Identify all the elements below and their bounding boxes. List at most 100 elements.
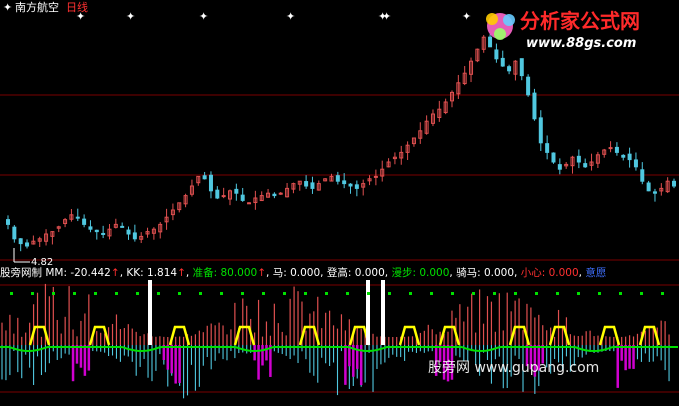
candle[interactable] — [202, 175, 207, 180]
candle[interactable] — [500, 57, 505, 67]
logo-text: 分析家公式网 — [520, 9, 640, 33]
indicator-dot — [241, 292, 244, 295]
candle[interactable] — [576, 155, 581, 163]
candle[interactable] — [335, 175, 340, 182]
candle[interactable] — [608, 147, 613, 150]
candle[interactable] — [240, 194, 245, 201]
candle[interactable] — [354, 184, 359, 189]
candle[interactable] — [208, 174, 213, 192]
indicator-dot — [367, 292, 370, 295]
candle[interactable] — [12, 226, 17, 240]
candle[interactable] — [304, 181, 309, 187]
indicator-dot — [409, 292, 412, 295]
candle[interactable] — [627, 153, 632, 161]
indicator-white-spike — [148, 280, 152, 345]
indicator-dot — [346, 292, 349, 295]
candle[interactable] — [538, 117, 543, 144]
candle[interactable] — [488, 36, 493, 48]
indicator-dot — [535, 292, 538, 295]
indicator-dot — [157, 292, 160, 295]
candle[interactable] — [18, 238, 23, 245]
logo-url: www.88gs.com — [526, 36, 636, 51]
candle[interactable] — [672, 180, 676, 187]
stock-chart[interactable]: ✦ ✦ ✦ ✦ ✦✦ ✦ ✦ 南方航空 日线 4.82 分析家公式网 www.88gs.c… — [0, 0, 679, 406]
candles[interactable] — [6, 34, 676, 252]
watermark-logo: 分析家公式网 www.88gs.com — [486, 9, 640, 51]
candle[interactable] — [640, 169, 645, 182]
candle[interactable] — [82, 218, 87, 225]
indicator-dot — [136, 292, 139, 295]
indicator-yellow-wave — [28, 325, 51, 346]
candle[interactable] — [94, 229, 99, 233]
candle[interactable] — [373, 175, 378, 178]
signal-star-icon: ✦ — [462, 10, 471, 23]
indicator-dot — [10, 292, 13, 295]
candle[interactable] — [342, 180, 347, 185]
indicator-dot — [661, 292, 664, 295]
indicator-dot — [262, 292, 265, 295]
candle[interactable] — [101, 232, 106, 235]
candle[interactable] — [120, 225, 125, 228]
indicator-dot — [304, 292, 307, 295]
bottom-watermark: 股旁网 www.gupang.com — [428, 359, 599, 376]
indicator-dot — [94, 292, 97, 295]
candle[interactable] — [532, 92, 537, 120]
indicator-dot — [451, 292, 454, 295]
candle[interactable] — [494, 49, 499, 60]
candle[interactable] — [25, 242, 30, 247]
indicator-dot — [199, 292, 202, 295]
candle[interactable] — [310, 182, 315, 189]
candle[interactable] — [545, 143, 550, 153]
signal-star-icon: ✦ — [382, 10, 391, 23]
signal-star-icon: ✦ — [199, 10, 208, 23]
indicator-header: 股旁网制 MM: -20.442↑, KK: 1.814↑, 准备: 80.00… — [0, 266, 606, 279]
candle[interactable] — [652, 191, 657, 194]
indicator-dot — [31, 292, 34, 295]
candle[interactable] — [234, 188, 239, 194]
indicator-dot — [472, 292, 475, 295]
indicator-dot — [325, 292, 328, 295]
indicator-dot — [115, 292, 118, 295]
candle[interactable] — [247, 202, 252, 205]
candle[interactable] — [126, 229, 131, 235]
candle[interactable] — [221, 195, 226, 198]
candle[interactable] — [348, 183, 353, 187]
candle[interactable] — [215, 189, 220, 199]
indicator-green-line — [0, 346, 678, 353]
candle[interactable] — [272, 193, 277, 197]
candle[interactable] — [278, 192, 283, 195]
candle[interactable] — [6, 219, 10, 225]
indicator-dot — [556, 292, 559, 295]
candle[interactable] — [583, 163, 588, 168]
indicator-dot — [514, 292, 517, 295]
signal-star-icon: ✦ — [286, 10, 295, 23]
signal-star-icon: ✦ — [126, 10, 135, 23]
candle[interactable] — [519, 58, 524, 77]
candle[interactable] — [551, 152, 556, 163]
candle[interactable] — [621, 154, 626, 158]
sell-marker-icon: ✦ — [3, 1, 12, 14]
indicator-dot — [73, 292, 76, 295]
candle[interactable] — [526, 76, 531, 96]
candle[interactable] — [75, 216, 80, 219]
candle[interactable] — [646, 182, 651, 192]
candle[interactable] — [614, 146, 619, 153]
indicator-white-spike — [366, 280, 370, 345]
candle[interactable] — [557, 164, 562, 170]
indicator-dot — [619, 292, 622, 295]
indicator-dot — [577, 292, 580, 295]
indicator-dot — [283, 292, 286, 295]
indicator-dot — [598, 292, 601, 295]
indicator-dot — [493, 292, 496, 295]
indicator-dot — [178, 292, 181, 295]
candle[interactable] — [132, 232, 137, 240]
indicator-bars[interactable] — [0, 280, 678, 399]
candle[interactable] — [507, 66, 512, 72]
candle[interactable] — [633, 159, 638, 168]
indicator-dot — [52, 292, 55, 295]
indicator-dot — [430, 292, 433, 295]
period-label: 日线 — [66, 0, 88, 14]
indicator-dot — [640, 292, 643, 295]
indicator-dot — [220, 292, 223, 295]
candle[interactable] — [88, 226, 93, 230]
